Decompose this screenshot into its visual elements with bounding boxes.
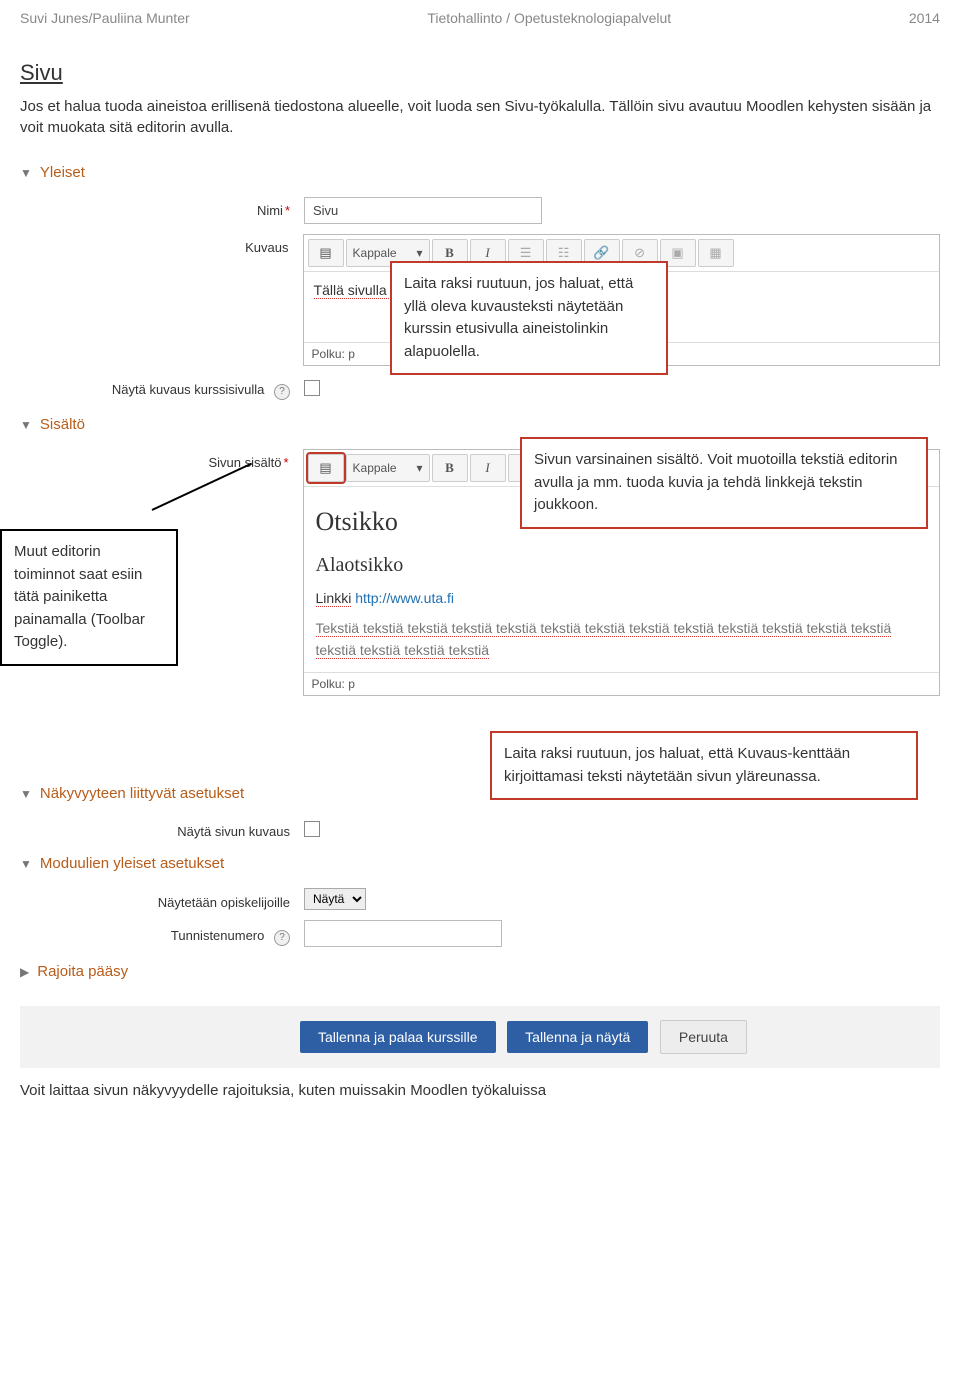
name-field[interactable] (304, 197, 542, 224)
media-icon[interactable]: ▦ (698, 239, 734, 267)
label-name: Nimi* (80, 197, 304, 218)
content-link-label: Linkki (316, 590, 352, 607)
visibility-select[interactable]: Näytä (304, 888, 366, 910)
caret-down-icon: ▼ (20, 857, 32, 871)
document-heading: Sivu (20, 60, 940, 86)
toolbar-toggle-icon[interactable]: ▤ (308, 454, 344, 482)
show-description-checkbox[interactable] (304, 380, 320, 396)
section-restrict[interactable]: ▶ Rajoita pääsy (20, 957, 940, 986)
label-idnumber: Tunnistenumero ? (80, 922, 304, 946)
label-page-content: Sivun sisältö* (80, 449, 303, 470)
help-icon[interactable]: ? (274, 384, 290, 400)
document-intro: Jos et halua tuoda aineistoa erillisenä … (20, 96, 940, 138)
section-appearance-title: Näkyvyyteen liittyvät asetukset (40, 785, 244, 802)
cancel-button[interactable]: Peruuta (660, 1020, 747, 1054)
toolbar-toggle-icon[interactable]: ▤ (308, 239, 344, 267)
callout-toolbar-toggle: Muut editorin toiminnot saat esiin tätä … (0, 529, 178, 666)
label-show-to-students: Näytetään opiskelijoille (80, 889, 304, 910)
header-right: 2014 (909, 10, 940, 26)
callout-show-description: Laita raksi ruutuun, jos haluat, että yl… (390, 261, 668, 375)
form-actions: Tallenna ja palaa kurssille Tallenna ja … (20, 1006, 940, 1068)
header-center: Tietohallinto / Opetusteknologiapalvelut (427, 10, 671, 26)
bold-icon[interactable]: B (432, 454, 468, 482)
callout-show-page-desc: Laita raksi ruutuun, jos haluat, että Ku… (490, 731, 918, 800)
label-description: Kuvaus (80, 234, 303, 255)
content-heading2[interactable]: Alaotsikko (316, 549, 927, 581)
path-value: p (348, 347, 355, 361)
path-label: Polku: (312, 677, 345, 691)
path-label: Polku: (312, 347, 345, 361)
caret-down-icon: ▼ (20, 418, 32, 432)
footer-note: Voit laittaa sivun näkyvyydelle rajoituk… (20, 1068, 940, 1099)
italic-icon[interactable]: I (470, 454, 506, 482)
section-restrict-title: Rajoita pääsy (37, 963, 128, 980)
idnumber-field[interactable] (304, 920, 502, 947)
section-common[interactable]: ▼ Moduulien yleiset asetukset (20, 849, 940, 878)
show-page-desc-checkbox[interactable] (304, 821, 320, 837)
caret-down-icon: ▼ (20, 787, 32, 801)
section-content-title: Sisältö (40, 416, 85, 433)
caret-right-icon: ▶ (20, 965, 29, 979)
section-content[interactable]: ▼ Sisältö (20, 410, 940, 439)
section-general-title: Yleiset (40, 164, 85, 181)
content-body-text[interactable]: Tekstiä tekstiä tekstiä tekstiä tekstiä … (316, 620, 892, 659)
save-display-button[interactable]: Tallenna ja näytä (507, 1021, 648, 1053)
label-show-description: Näytä kuvaus kurssisivulla ? (80, 376, 304, 400)
content-link-url[interactable]: http://www.uta.fi (355, 590, 454, 606)
paragraph-style-select[interactable]: Kappale▾ (346, 454, 430, 482)
help-icon[interactable]: ? (274, 930, 290, 946)
page-header: Suvi Junes/Pauliina Munter Tietohallinto… (0, 0, 960, 30)
path-value: p (348, 677, 355, 691)
header-left: Suvi Junes/Pauliina Munter (20, 10, 190, 26)
section-common-title: Moduulien yleiset asetukset (40, 855, 224, 872)
section-general[interactable]: ▼ Yleiset (20, 158, 940, 187)
callout-page-content: Sivun varsinainen sisältö. Voit muotoill… (520, 437, 928, 529)
save-return-button[interactable]: Tallenna ja palaa kurssille (300, 1021, 496, 1053)
label-show-page-desc: Näytä sivun kuvaus (80, 818, 304, 839)
caret-down-icon: ▼ (20, 166, 32, 180)
